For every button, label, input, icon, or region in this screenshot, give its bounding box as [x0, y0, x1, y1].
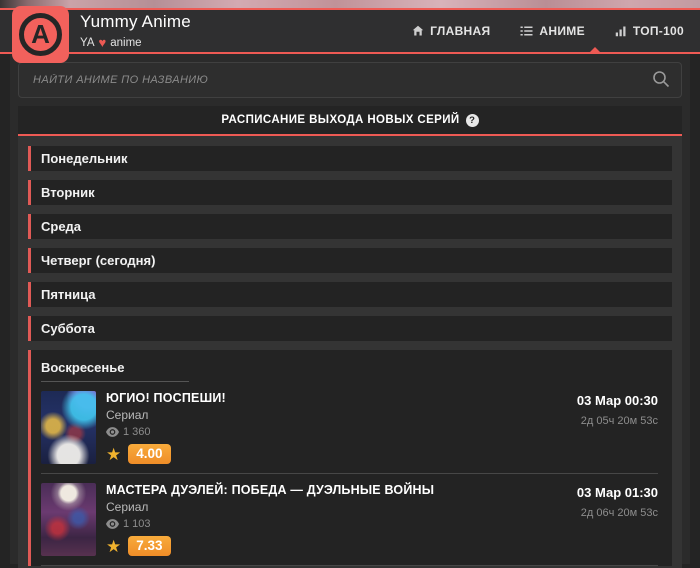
anime-type: Сериал — [106, 500, 149, 514]
anime-poster-thumbnail[interactable] — [41, 391, 96, 464]
site-logo[interactable]: A — [12, 6, 69, 63]
day-row-sunday[interactable]: Воскресенье — [41, 356, 658, 381]
site-title[interactable]: Yummy Anime — [80, 12, 191, 32]
day-row-wednesday[interactable]: Среда — [28, 214, 672, 239]
schedule-titlebar: РАСПИСАНИЕ ВЫХОДА НОВЫХ СЕРИЙ ? — [18, 106, 682, 136]
search-button[interactable] — [646, 66, 676, 94]
brand-block: Yummy Anime YA ♥ anime — [80, 12, 191, 50]
anime-title-link[interactable]: ЮГИО! ПОСПЕШИ! — [106, 391, 226, 405]
entry-info: МАСТЕРА ДУЭЛЕЙ: ПОБЕДА — ДУЭЛЬНЫЕ ВОЙНЫ … — [106, 483, 434, 556]
list-icon — [520, 26, 533, 36]
anime-title-link[interactable]: МАСТЕРА ДУЭЛЕЙ: ПОБЕДА — ДУЭЛЬНЫЕ ВОЙНЫ — [106, 483, 434, 497]
countdown-timer: 2д 06ч 20м 53с — [580, 507, 658, 519]
home-icon — [412, 25, 424, 36]
search-input[interactable] — [18, 62, 682, 98]
entry-info: ЮГИО! ПОСПЕШИ! Сериал 1 360 ★ 4.00 — [106, 391, 226, 464]
subtitle-prefix: YA — [80, 36, 95, 49]
air-date: 03 Мар 00:30 — [576, 393, 658, 408]
search-bar — [18, 62, 682, 98]
views-value: 1 103 — [123, 518, 151, 530]
day-row-tuesday[interactable]: Вторник — [28, 180, 672, 205]
site-subtitle: YA ♥ anime — [80, 35, 191, 50]
chart-bars-icon — [615, 26, 626, 37]
day-row-monday[interactable]: Понедельник — [28, 146, 672, 171]
anime-entry: ЮГИО! ПОСПЕШИ! Сериал 1 360 ★ 4.00 03 Ма… — [41, 382, 658, 474]
search-icon — [653, 70, 670, 87]
star-icon: ★ — [106, 444, 122, 464]
rating-badge: 7.33 — [128, 536, 171, 556]
nav-item-top100[interactable]: ТОП-100 — [615, 24, 684, 38]
air-time-block: 03 Мар 01:30 2д 06ч 20м 53с — [577, 483, 658, 556]
site-header: A Yummy Anime YA ♥ anime ГЛАВНАЯ АНИМЕ Т… — [0, 6, 700, 63]
views-count: 1 103 — [106, 518, 434, 530]
day-panel-sunday: Воскресенье ЮГИО! ПОСПЕШИ! Сериал 1 360 … — [28, 350, 672, 566]
rating-row: ★ 4.00 — [106, 444, 226, 464]
eye-icon — [106, 427, 119, 437]
anime-type: Сериал — [106, 408, 149, 422]
rating-badge: 4.00 — [128, 444, 171, 464]
rating-row: ★ 7.33 — [106, 536, 434, 556]
question-circle-icon[interactable]: ? — [465, 113, 479, 127]
air-date: 03 Мар 01:30 — [576, 485, 658, 500]
day-row-thursday-today[interactable]: Четверг (сегодня) — [28, 248, 672, 273]
active-tab-indicator — [588, 47, 602, 54]
views-count: 1 360 — [106, 426, 226, 438]
nav-item-anime[interactable]: АНИМЕ — [520, 24, 585, 38]
countdown-timer: 2д 05ч 20м 53с — [580, 415, 658, 427]
subtitle-suffix: anime — [110, 36, 142, 49]
views-value: 1 360 — [123, 426, 151, 438]
day-row-friday[interactable]: Пятница — [28, 282, 672, 307]
nav-item-label: ГЛАВНАЯ — [430, 24, 491, 38]
anime-poster-thumbnail[interactable] — [41, 483, 96, 556]
day-row-saturday[interactable]: Суббота — [28, 316, 672, 341]
nav-item-label: АНИМЕ — [539, 24, 585, 38]
nav-item-label: ТОП-100 — [632, 24, 684, 38]
schedule-section: РАСПИСАНИЕ ВЫХОДА НОВЫХ СЕРИЙ ? Понедель… — [18, 106, 682, 568]
air-time-block: 03 Мар 00:30 2д 05ч 20м 53с — [577, 391, 658, 464]
background-photo-strip — [0, 0, 700, 8]
heart-icon: ♥ — [98, 35, 107, 50]
star-icon: ★ — [106, 536, 122, 556]
anime-entry: МАСТЕРА ДУЭЛЕЙ: ПОБЕДА — ДУЭЛЬНЫЕ ВОЙНЫ … — [41, 474, 658, 566]
eye-icon — [106, 519, 119, 529]
schedule-day-list: Понедельник Вторник Среда Четверг (сегод… — [18, 136, 682, 568]
page-content: РАСПИСАНИЕ ВЫХОДА НОВЫХ СЕРИЙ ? Понедель… — [10, 54, 690, 568]
schedule-title: РАСПИСАНИЕ ВЫХОДА НОВЫХ СЕРИЙ — [221, 114, 460, 126]
nav-item-home[interactable]: ГЛАВНАЯ — [412, 24, 490, 38]
main-nav: ГЛАВНАЯ АНИМЕ ТОП-100 — [412, 24, 700, 38]
logo-a-icon: A — [19, 13, 62, 56]
